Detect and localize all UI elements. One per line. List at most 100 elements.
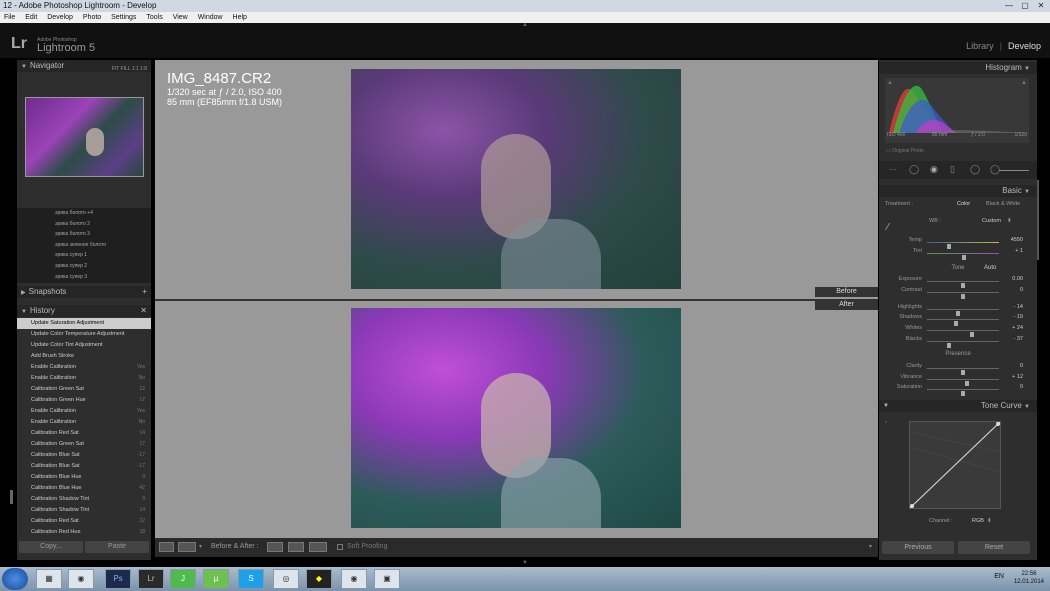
slider-track[interactable] bbox=[927, 379, 999, 386]
compare-divider[interactable] bbox=[155, 299, 878, 301]
slider-track[interactable] bbox=[927, 319, 999, 326]
history-item[interactable]: Calibration Shadow Tint 14 bbox=[17, 505, 151, 516]
auto-tone-button[interactable]: Auto bbox=[984, 265, 996, 271]
slider-value[interactable]: + 12 bbox=[993, 374, 1023, 380]
history-header[interactable]: ▼ History ✕ bbox=[17, 305, 151, 317]
maximize-icon[interactable]: ▢ bbox=[1018, 1, 1032, 11]
preset-item[interactable]: эрика супер 1 bbox=[17, 250, 151, 261]
menu-help[interactable]: Help bbox=[233, 14, 247, 21]
navigator-zoom-options[interactable]: FIT FILL 1:1 1:8 bbox=[112, 63, 147, 75]
history-item[interactable]: Calibration Blue Hue 42 bbox=[17, 483, 151, 494]
slider-track[interactable] bbox=[927, 368, 999, 375]
history-item[interactable]: Calibration Red Hue 18 bbox=[17, 527, 151, 536]
history-item[interactable]: Update Color Temperature Adjustment bbox=[17, 329, 151, 340]
menu-photo[interactable]: Photo bbox=[83, 14, 101, 21]
taskbar-batman-icon[interactable]: ◆ bbox=[306, 569, 332, 589]
highlight-clipping-icon[interactable]: ▲ bbox=[1021, 80, 1027, 86]
taskbar-photoshop-icon[interactable]: Ps bbox=[105, 569, 131, 589]
spot-removal-icon[interactable]: ◉ bbox=[930, 164, 938, 175]
history-item[interactable]: Enable Calibration Yes bbox=[17, 406, 151, 417]
history-item[interactable]: Calibration Red Sat 12 bbox=[17, 516, 151, 527]
copy-before-to-after-icon[interactable] bbox=[267, 542, 283, 552]
filmstrip-toggle-icon[interactable]: ▼ bbox=[522, 560, 528, 566]
tone-curve-graph[interactable] bbox=[909, 421, 1001, 509]
treatment-bw[interactable]: Black & White bbox=[986, 201, 1020, 207]
preset-item[interactable]: эрика супер 3 bbox=[17, 272, 151, 283]
grid-overlay-icon[interactable]: ⋯ bbox=[889, 165, 897, 174]
start-button[interactable] bbox=[2, 568, 28, 590]
menu-settings[interactable]: Settings bbox=[111, 14, 136, 21]
history-item[interactable]: Enable Calibration No bbox=[17, 373, 151, 384]
soft-proofing-checkbox[interactable] bbox=[337, 544, 343, 550]
graduated-filter-icon[interactable]: ◯ bbox=[970, 164, 980, 175]
navigator-header[interactable]: ▼ Navigator FIT FILL 1:1 1:8 bbox=[17, 60, 151, 72]
swap-before-after-icon[interactable] bbox=[309, 542, 327, 552]
targeted-adjust-icon[interactable]: ◦ bbox=[885, 420, 887, 426]
wb-dropdown-icon[interactable]: ⬍ bbox=[1007, 218, 1012, 224]
menu-edit[interactable]: Edit bbox=[25, 14, 37, 21]
minimize-icon[interactable]: — bbox=[1002, 1, 1016, 11]
after-image[interactable] bbox=[351, 308, 681, 528]
taskbar-jabber-icon[interactable]: J bbox=[170, 569, 196, 589]
histogram-header[interactable]: Histogram ▼ bbox=[879, 62, 1037, 74]
left-edge-handle[interactable] bbox=[10, 490, 13, 504]
slider-track[interactable] bbox=[927, 281, 999, 288]
module-develop[interactable]: Develop bbox=[1008, 41, 1041, 51]
history-item[interactable]: Calibration Blue Sat -17 bbox=[17, 450, 151, 461]
tray-clock[interactable]: 22:56 12.01.2014 bbox=[1014, 570, 1044, 586]
taskbar-globe-icon[interactable]: ◎ bbox=[273, 569, 299, 589]
slider-value[interactable]: - 37 bbox=[993, 336, 1023, 342]
menu-file[interactable]: File bbox=[4, 14, 15, 21]
menu-window[interactable]: Window bbox=[198, 14, 223, 21]
toolbar-content-dropdown-icon[interactable]: ▾ bbox=[869, 543, 872, 550]
slider-value[interactable]: - 19 bbox=[993, 314, 1023, 320]
channel-value[interactable]: RGB bbox=[972, 518, 984, 524]
history-item[interactable]: Update Color Tint Adjustment bbox=[17, 340, 151, 351]
slider-track[interactable] bbox=[927, 253, 999, 260]
reset-button[interactable]: Reset bbox=[958, 541, 1030, 554]
add-snapshot-icon[interactable]: + bbox=[142, 286, 147, 298]
slider-value[interactable]: 4550 bbox=[993, 237, 1023, 243]
slider-value[interactable]: + 24 bbox=[993, 325, 1023, 331]
module-library[interactable]: Library bbox=[966, 41, 994, 51]
preset-item[interactable]: эрика болото +4 bbox=[17, 208, 151, 219]
slider-track[interactable] bbox=[927, 341, 999, 348]
slider-value[interactable]: 0 bbox=[993, 287, 1023, 293]
taskbar-skype-icon[interactable]: S bbox=[238, 569, 264, 589]
clear-history-icon[interactable]: ✕ bbox=[140, 305, 147, 317]
history-item[interactable]: Calibration Blue Hue 0 bbox=[17, 472, 151, 483]
copy-button[interactable]: Copy... bbox=[19, 541, 83, 553]
history-item[interactable]: Calibration Shadow Tint 9 bbox=[17, 494, 151, 505]
history-item[interactable]: Calibration Green Sat 17 bbox=[17, 439, 151, 450]
brush-slider[interactable] bbox=[999, 170, 1029, 171]
taskbar-utorrent-icon[interactable]: µ bbox=[203, 569, 229, 589]
preset-item[interactable]: эрика супер 2 bbox=[17, 261, 151, 272]
red-eye-icon[interactable]: ▯ bbox=[950, 164, 955, 175]
slider-thumb[interactable] bbox=[947, 343, 952, 348]
history-item[interactable]: Calibration Blue Sat -17 bbox=[17, 461, 151, 472]
treatment-color[interactable]: Color bbox=[957, 201, 970, 207]
loupe-view-icon[interactable] bbox=[159, 542, 174, 552]
taskbar-lightroom-icon[interactable]: Lr bbox=[138, 569, 164, 589]
history-item[interactable]: Calibration Green Hue 17 bbox=[17, 395, 151, 406]
view-dropdown-icon[interactable]: ▾ bbox=[199, 543, 202, 550]
slider-track[interactable] bbox=[927, 242, 999, 249]
slider-thumb[interactable] bbox=[961, 294, 965, 299]
paste-button[interactable]: Paste bbox=[85, 541, 149, 553]
slider-track[interactable] bbox=[927, 309, 999, 316]
history-item[interactable]: Enable Calibration Yes bbox=[17, 362, 151, 373]
slider-track[interactable] bbox=[927, 292, 999, 299]
slider-track[interactable] bbox=[927, 389, 999, 396]
slider-value[interactable]: - 14 bbox=[993, 304, 1023, 310]
taskbar-eye-icon[interactable]: ◉ bbox=[341, 569, 367, 589]
taskbar-explorer-icon[interactable]: ▦ bbox=[36, 569, 62, 589]
slider-value[interactable]: 0 bbox=[993, 384, 1023, 390]
slider-value[interactable]: 0.00 bbox=[993, 276, 1023, 282]
channel-dropdown-icon[interactable]: ⬍ bbox=[987, 518, 992, 524]
snapshots-header[interactable]: ▶ Snapshots + bbox=[17, 286, 151, 298]
previous-button[interactable]: Previous bbox=[882, 541, 954, 554]
tray-language[interactable]: EN bbox=[994, 573, 1004, 580]
history-item[interactable]: Enable Calibration No bbox=[17, 417, 151, 428]
basic-header[interactable]: Basic ▼ bbox=[879, 185, 1037, 197]
menu-tools[interactable]: Tools bbox=[146, 14, 162, 21]
